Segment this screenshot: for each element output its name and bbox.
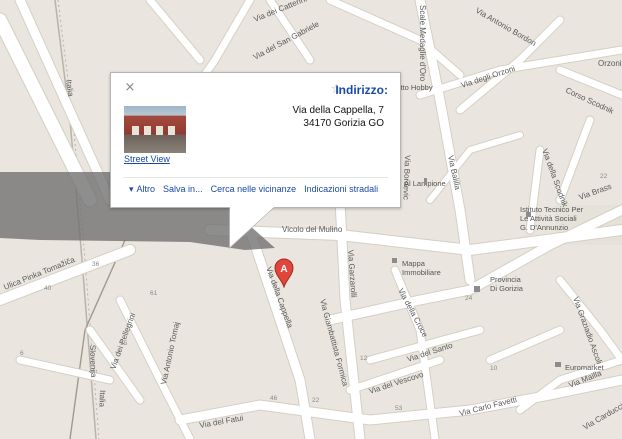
map-canvas[interactable]: Via dei Catterini Via del San Gabriele V… — [0, 0, 622, 439]
poi-euromarket: Euromarket — [565, 363, 605, 372]
infowindow-actions: ▾ Altro Salva in... Cerca nelle vicinanze In… — [129, 184, 388, 195]
street-label-scale-medaglie: Scale Medaglie d'Oro — [418, 5, 427, 82]
svg-text:40: 40 — [44, 285, 52, 292]
street-view-thumbnail[interactable] — [124, 106, 186, 153]
street-label-orzoni: Orzoni — [598, 59, 622, 68]
svg-text:15: 15 — [120, 340, 128, 347]
svg-text:22: 22 — [600, 173, 608, 180]
search-nearby-link[interactable]: Cerca nelle vicinanze — [211, 184, 297, 194]
street-view-link[interactable]: Street View — [124, 154, 170, 164]
svg-text:61: 61 — [150, 290, 158, 297]
chevron-down-icon[interactable]: ▾ — [129, 184, 134, 194]
infowindow-divider — [123, 177, 388, 178]
svg-text:6: 6 — [20, 350, 24, 357]
street-label-vicolo-del-mulino: Vicolo del Mulino — [282, 225, 343, 234]
infowindow: × ☆ Indirizzo: Via della Cappella, 7 341… — [110, 72, 401, 208]
close-icon[interactable]: × — [123, 81, 137, 95]
svg-text:24: 24 — [465, 295, 473, 302]
infowindow-tail — [230, 207, 274, 247]
svg-text:46: 46 — [270, 395, 278, 402]
svg-text:53: 53 — [395, 405, 403, 412]
map-pin-icon: A — [274, 258, 294, 288]
more-link[interactable]: Altro — [137, 184, 156, 194]
building-icon — [474, 286, 480, 292]
street-label-slovenija: Slovenija — [88, 345, 98, 378]
svg-text:10: 10 — [490, 365, 498, 372]
address-line-1: Via della Cappella, 7 — [292, 105, 384, 116]
street-label-italia-2: Italia — [97, 390, 107, 408]
shop-icon — [555, 362, 561, 367]
svg-text:12: 12 — [360, 355, 368, 362]
svg-text:36: 36 — [92, 261, 100, 268]
home-icon — [392, 258, 397, 263]
map-marker-a[interactable]: A — [274, 258, 294, 288]
svg-text:22: 22 — [312, 397, 320, 404]
school-icon — [526, 212, 531, 217]
cutlery-icon — [424, 178, 427, 185]
marker-letter: A — [280, 264, 287, 275]
infowindow-title: Indirizzo: — [335, 83, 388, 97]
address-line-2: 34170 Gorizia GO — [303, 118, 384, 129]
directions-link[interactable]: Indicazioni stradali — [304, 184, 378, 194]
map-base: Via dei Catterini Via del San Gabriele V… — [0, 0, 622, 439]
street-label-via-boroevic: Via Boroevic — [401, 155, 412, 200]
poi-provincia: Provincia Di Gorizia — [490, 275, 524, 293]
save-link[interactable]: Salva in... — [163, 184, 203, 194]
